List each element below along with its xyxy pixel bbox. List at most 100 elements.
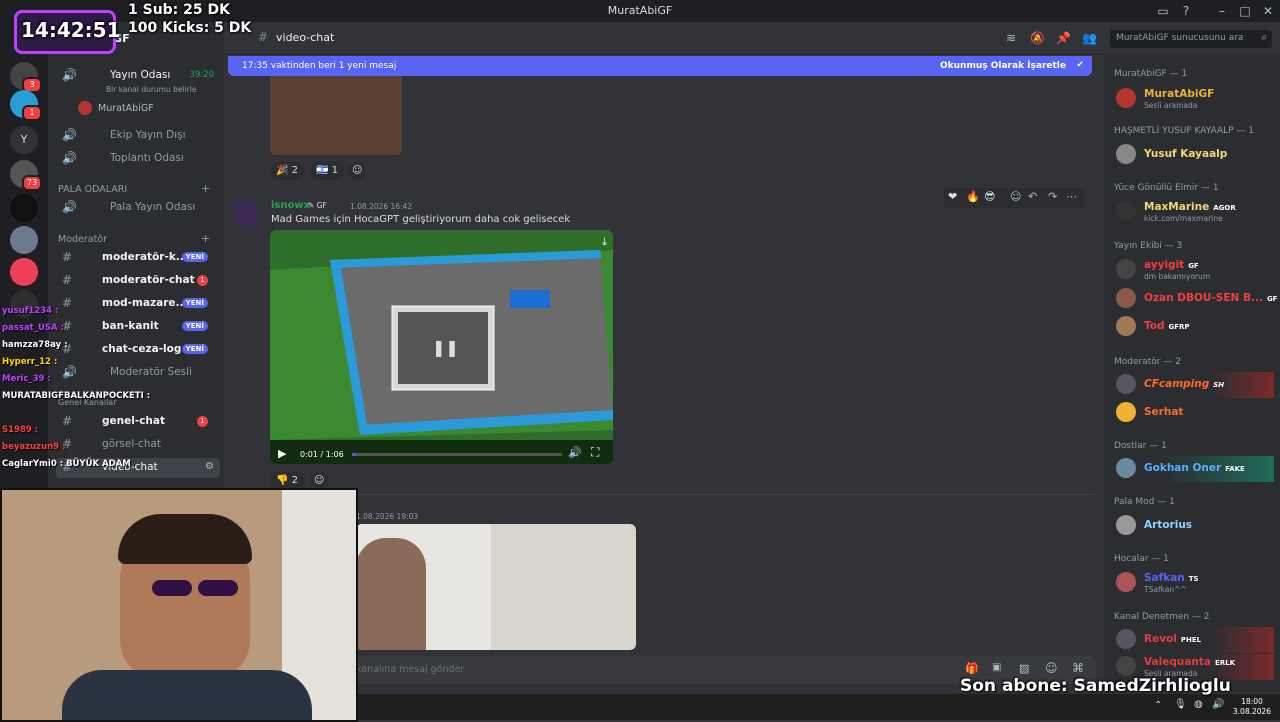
apps-icon[interactable]: ⌘	[1072, 661, 1084, 675]
member-name: MuratAbiGF	[1144, 88, 1215, 100]
channel-status[interactable]: Bir kanal durumu belirle	[106, 85, 196, 94]
category-pala[interactable]: PALA ODALARI	[58, 184, 127, 195]
voice-channel-yayin-odasi[interactable]: 🔊 Yayın Odası 39:20	[56, 66, 220, 86]
minimize-button[interactable]: –	[1214, 3, 1230, 19]
chat-line: hamzza78ay :	[2, 340, 68, 350]
maximize-button[interactable]: □	[1237, 3, 1253, 19]
add-reaction-icon[interactable]: ☺	[1010, 190, 1021, 203]
mention-badge: 1	[197, 275, 208, 286]
member-item[interactable]: Artorius	[1114, 513, 1274, 539]
channel-moderator-chat[interactable]: # moderatör-chat 1	[56, 271, 220, 291]
more-icon[interactable]: ⋯	[1066, 190, 1077, 203]
attachment-image[interactable]	[356, 524, 636, 650]
member-item[interactable]: Serhat	[1114, 400, 1274, 426]
chat-line: passat_USA :	[2, 323, 64, 333]
fire-reaction-icon[interactable]: 🔥	[966, 190, 980, 203]
emoji-icon[interactable]: ☺	[1045, 661, 1058, 675]
add-channel-icon[interactable]: +	[201, 182, 210, 195]
voice-channel[interactable]: 🔊 Pala Yayın Odası	[56, 198, 220, 218]
gif-icon[interactable]: ▣	[992, 662, 1001, 673]
reaction[interactable]: 🇮🇱 1	[310, 162, 345, 180]
member-tag: FAKE	[1225, 465, 1245, 473]
threads-icon[interactable]: ≋	[1004, 31, 1018, 45]
add-reaction-icon[interactable]: ☺	[348, 162, 367, 180]
mute-bell-icon[interactable]: 🔕	[1030, 31, 1045, 45]
search-input[interactable]: MuratAbiGF sunucusunu ara ⌕	[1110, 30, 1272, 48]
close-button[interactable]: ✕	[1260, 3, 1276, 19]
play-icon[interactable]: ▶	[278, 447, 286, 460]
member-list: MuratAbiGF — 1 MuratAbiGF Sesli aramada …	[1104, 54, 1280, 692]
help-icon[interactable]: ?	[1178, 3, 1194, 19]
role-icon: ✎	[308, 201, 315, 210]
webcam-overlay	[0, 488, 358, 722]
member-item[interactable]: Revol PHEL	[1114, 627, 1274, 653]
member-item[interactable]: MaxMarine AGOR kick.com/maxmarine	[1114, 199, 1274, 225]
download-icon[interactable]: ⤓	[602, 235, 607, 249]
mark-read-button[interactable]: Okunmuş Olarak İşaretle	[940, 61, 1066, 71]
message-toolbar: ❤ 🔥 😎 ☺ ↶ ↷ ⋯	[944, 188, 1084, 208]
server-icon[interactable]: 1	[10, 90, 42, 121]
member-item[interactable]: Yusuf Kayaalp	[1114, 142, 1274, 168]
member-name: Revol PHEL	[1144, 633, 1202, 645]
server-icon[interactable]: 73	[10, 160, 42, 191]
member-item[interactable]: MuratAbiGF Sesli aramada	[1114, 86, 1274, 112]
video-player[interactable]: ❚❚ ⤓ ▶ 0:01 / 1:06 🔊 ⛶	[270, 230, 613, 464]
member-tag: ERLK	[1215, 659, 1236, 667]
channel-moderator-k[interactable]: # moderatör-k... YENİ	[56, 248, 220, 268]
new-messages-bar[interactable]: 17:35 vaktinden beri 1 yeni mesaj Okunmu…	[228, 56, 1092, 76]
mark-read-icon: ✔	[1076, 60, 1084, 70]
member-name: Tod GFRP	[1144, 320, 1190, 332]
avatar	[78, 101, 92, 115]
avatar	[1116, 259, 1136, 279]
pause-overlay-icon[interactable]: ❚❚	[432, 338, 459, 357]
message-author[interactable]: isnowx	[271, 200, 310, 211]
member-item[interactable]: ayyigit GF dm bakamıyorum	[1114, 257, 1274, 283]
new-messages-text: 17:35 vaktinden beri 1 yeni mesaj	[242, 61, 397, 71]
avatar	[1116, 656, 1136, 676]
server-icon[interactable]: 3	[10, 62, 42, 93]
chat-line: Meric_39 :	[2, 374, 51, 384]
microphone-icon[interactable]: 🎙	[1174, 699, 1187, 710]
category-moderator[interactable]: Moderatör	[58, 234, 107, 245]
previous-attachment-image[interactable]	[270, 76, 402, 155]
clock-time[interactable]: 18:00	[1232, 697, 1272, 706]
fullscreen-icon[interactable]: ⛶	[591, 445, 599, 460]
clock-date[interactable]: 3.08.2026	[1230, 707, 1274, 716]
member-item[interactable]: Gokhan Oner FAKE	[1114, 456, 1274, 482]
server-icon[interactable]	[10, 194, 38, 222]
avatar	[1116, 374, 1136, 394]
video-progress-bar[interactable]	[352, 453, 562, 456]
channel-title: video-chat	[276, 31, 335, 44]
reaction[interactable]: 🎉 2	[270, 162, 305, 180]
sticker-icon[interactable]: ▨	[1019, 662, 1029, 675]
server-icon[interactable]	[10, 226, 38, 254]
member-item[interactable]: Tod GFRP	[1114, 314, 1274, 340]
member-group-title: Moderatör — 2	[1114, 357, 1181, 367]
voice-user[interactable]: MuratAbiGF	[98, 103, 154, 114]
volume-icon[interactable]: 🔊	[568, 446, 582, 459]
stream-goal: 1 Sub: 25 DK	[128, 2, 230, 18]
heart-reaction-icon[interactable]: ❤	[948, 190, 957, 203]
member-item[interactable]: Ozan DBOU-SEN B... GF	[1114, 286, 1277, 312]
gift-icon[interactable]: 🎁	[965, 662, 979, 675]
voice-channel[interactable]: 🔊 Toplantı Odası	[56, 149, 220, 169]
reply-icon[interactable]: ↶	[1028, 190, 1037, 203]
avatar[interactable]	[233, 200, 259, 226]
server-icon[interactable]	[10, 258, 38, 286]
member-item[interactable]: CFcamping SH	[1114, 372, 1274, 398]
tray-chevron-icon[interactable]: ⌃	[1154, 700, 1162, 711]
message-timestamp: 1.08.2026 19:03	[356, 512, 419, 521]
forward-icon[interactable]: ↷	[1048, 190, 1057, 203]
member-item[interactable]: Safkan TS TSafkan^^	[1114, 570, 1274, 596]
volume-icon[interactable]: 🔊	[1212, 699, 1224, 710]
server-icon[interactable]: Y	[10, 126, 38, 154]
voice-timer: 39:20	[189, 70, 215, 80]
pin-icon[interactable]: 📌	[1056, 31, 1071, 45]
members-icon[interactable]: 👥	[1082, 31, 1097, 45]
cool-reaction-icon[interactable]: 😎	[984, 190, 995, 203]
inbox-icon[interactable]: ▭	[1155, 3, 1171, 19]
avatar	[1116, 515, 1136, 535]
add-channel-icon[interactable]: +	[201, 232, 210, 245]
voice-channel[interactable]: 🔊 Ekip Yayın Dışı	[56, 126, 220, 146]
network-icon[interactable]: ◍	[1194, 699, 1203, 710]
